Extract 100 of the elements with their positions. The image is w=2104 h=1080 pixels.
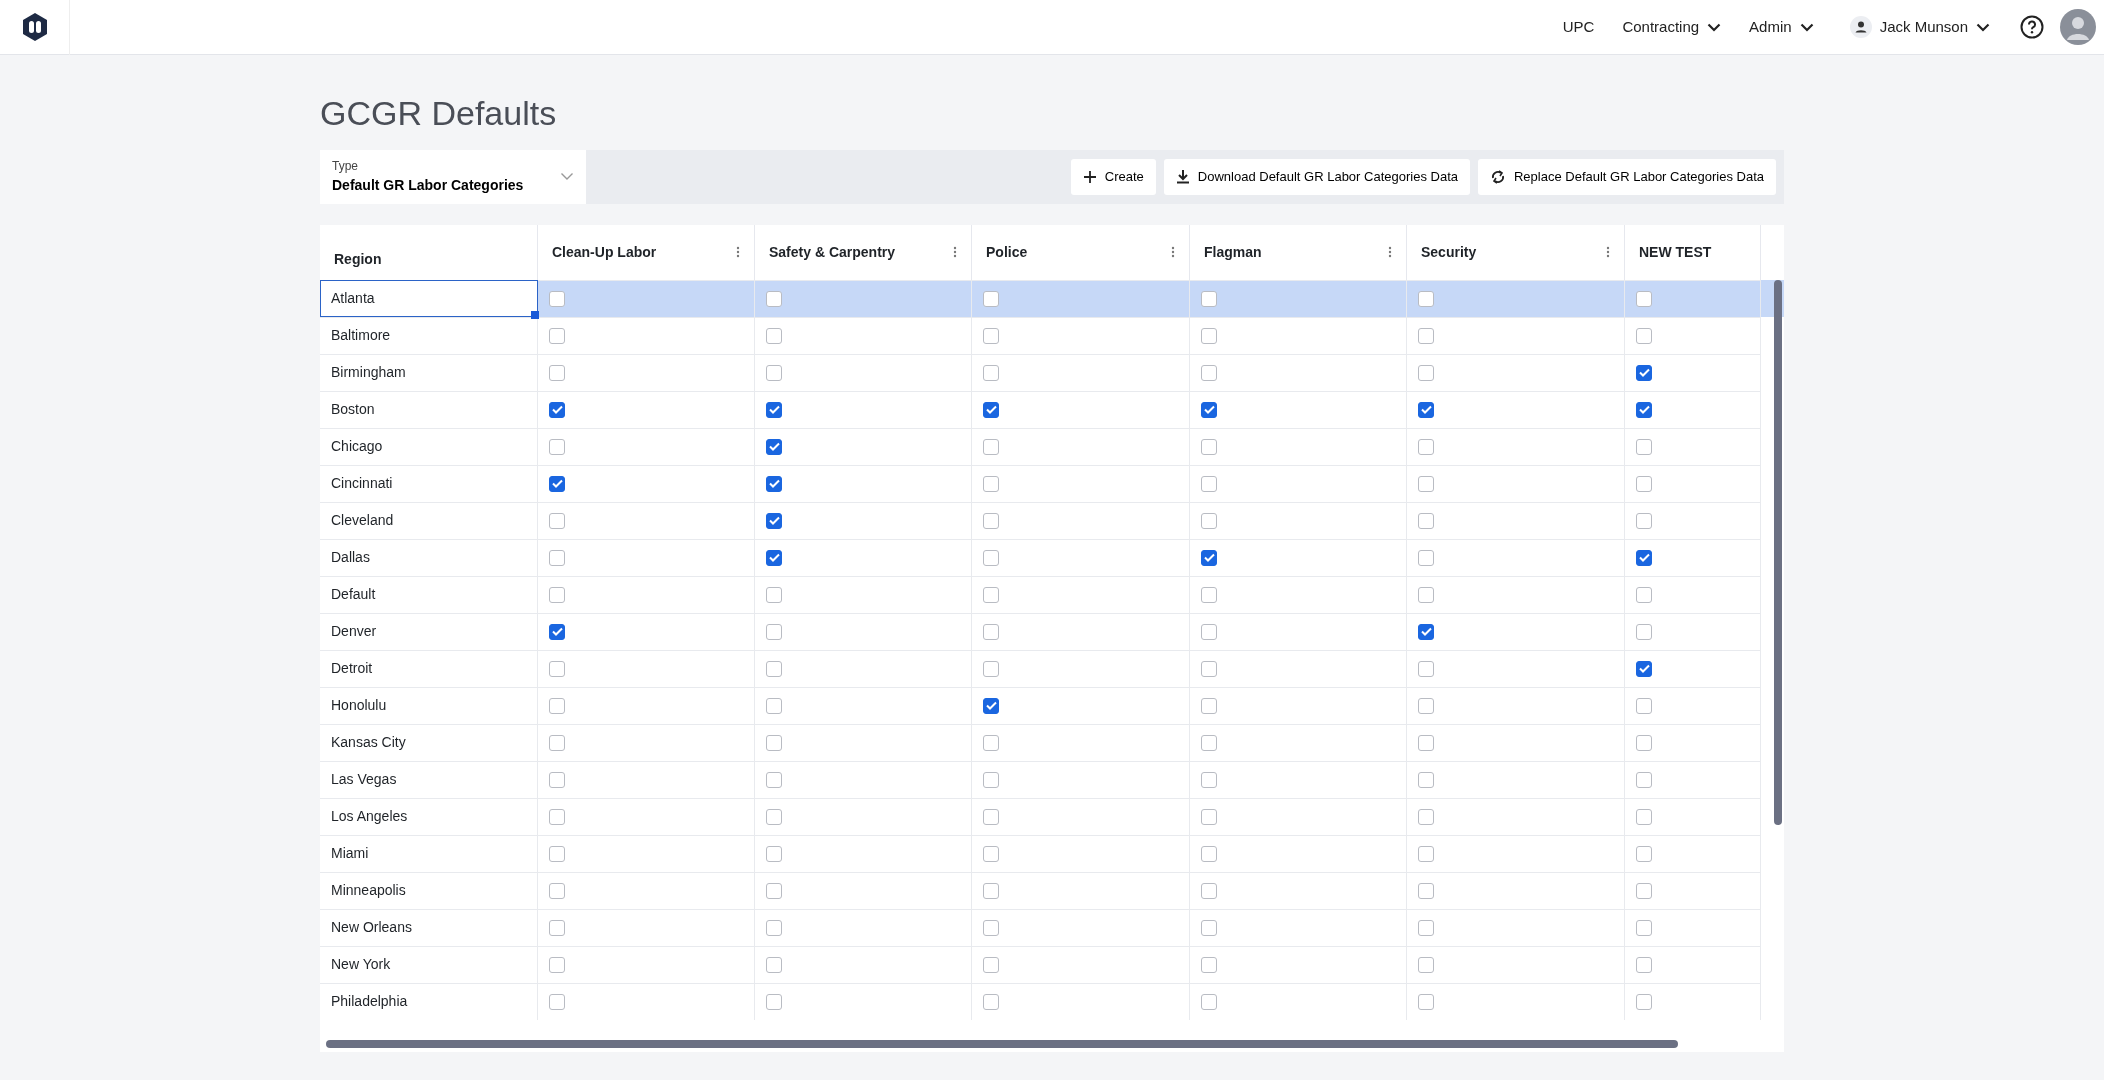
type-select[interactable]: Type Default GR Labor Categories <box>320 149 586 204</box>
checkbox[interactable] <box>1636 512 1652 529</box>
column-menu-icon[interactable] <box>953 246 957 259</box>
checkbox[interactable] <box>1418 771 1434 788</box>
logo-icon[interactable] <box>20 12 49 42</box>
nav-menu-item[interactable]: UPC <box>1548 15 1609 39</box>
checkbox[interactable] <box>1418 401 1434 418</box>
checkbox[interactable] <box>1418 697 1434 714</box>
checkbox[interactable] <box>766 475 782 492</box>
checkbox[interactable] <box>549 549 565 566</box>
download-button[interactable]: Download Default GR Labor Categories Data <box>1163 158 1470 195</box>
checkbox[interactable] <box>983 475 999 492</box>
checkbox[interactable] <box>983 956 999 973</box>
checkbox[interactable] <box>1418 290 1434 307</box>
create-button[interactable]: Create <box>1070 158 1156 195</box>
checkbox[interactable] <box>983 771 999 788</box>
checkbox[interactable] <box>1636 734 1652 751</box>
checkbox[interactable] <box>1418 808 1434 825</box>
table-cell[interactable]: Miami <box>320 834 538 872</box>
checkbox[interactable] <box>1201 364 1217 381</box>
checkbox[interactable] <box>1636 956 1652 973</box>
checkbox[interactable] <box>1201 290 1217 307</box>
checkbox[interactable] <box>983 549 999 566</box>
checkbox[interactable] <box>1636 475 1652 492</box>
checkbox[interactable] <box>766 512 782 529</box>
checkbox[interactable] <box>983 808 999 825</box>
checkbox[interactable] <box>549 660 565 677</box>
checkbox[interactable] <box>983 734 999 751</box>
checkbox[interactable] <box>549 956 565 973</box>
checkbox[interactable] <box>766 882 782 899</box>
checkbox[interactable] <box>1636 919 1652 936</box>
checkbox[interactable] <box>766 364 782 381</box>
checkbox[interactable] <box>1418 475 1434 492</box>
checkbox[interactable] <box>549 771 565 788</box>
checkbox[interactable] <box>766 734 782 751</box>
column-header[interactable]: Security <box>1407 224 1625 280</box>
checkbox[interactable] <box>766 993 782 1010</box>
checkbox[interactable] <box>983 623 999 640</box>
checkbox[interactable] <box>1418 327 1434 344</box>
table-cell[interactable]: New York <box>320 945 538 983</box>
checkbox[interactable] <box>549 623 565 640</box>
selected-cell[interactable]: Atlanta <box>320 279 538 317</box>
checkbox[interactable] <box>1636 401 1652 418</box>
checkbox[interactable] <box>549 697 565 714</box>
nav-menu-item[interactable]: Admin <box>1735 15 1828 39</box>
checkbox[interactable] <box>766 956 782 973</box>
checkbox[interactable] <box>1201 401 1217 418</box>
checkbox[interactable] <box>766 290 782 307</box>
checkbox[interactable] <box>549 438 565 455</box>
checkbox[interactable] <box>766 586 782 603</box>
checkbox[interactable] <box>1636 623 1652 640</box>
checkbox[interactable] <box>549 734 565 751</box>
table-cell[interactable]: Default <box>320 575 538 613</box>
checkbox[interactable] <box>1636 845 1652 862</box>
table-cell[interactable]: Philadelphia <box>320 982 538 1020</box>
checkbox[interactable] <box>983 290 999 307</box>
column-header[interactable]: NEW TEST <box>1625 224 1761 280</box>
checkbox[interactable] <box>1418 660 1434 677</box>
checkbox[interactable] <box>983 660 999 677</box>
help-icon[interactable] <box>2020 15 2044 39</box>
checkbox[interactable] <box>1201 845 1217 862</box>
column-menu-icon[interactable] <box>1171 246 1175 259</box>
checkbox[interactable] <box>983 882 999 899</box>
checkbox[interactable] <box>1418 882 1434 899</box>
checkbox[interactable] <box>1201 586 1217 603</box>
table-cell[interactable]: Detroit <box>320 649 538 687</box>
checkbox[interactable] <box>766 697 782 714</box>
table-cell[interactable]: Honolulu <box>320 686 538 724</box>
checkbox[interactable] <box>1418 549 1434 566</box>
checkbox[interactable] <box>1201 882 1217 899</box>
checkbox[interactable] <box>1636 882 1652 899</box>
checkbox[interactable] <box>1418 586 1434 603</box>
checkbox[interactable] <box>1201 993 1217 1010</box>
checkbox[interactable] <box>983 364 999 381</box>
checkbox[interactable] <box>1418 993 1434 1010</box>
checkbox[interactable] <box>983 438 999 455</box>
checkbox[interactable] <box>549 808 565 825</box>
checkbox[interactable] <box>1201 623 1217 640</box>
checkbox[interactable] <box>766 845 782 862</box>
table-cell[interactable]: Los Angeles <box>320 797 538 835</box>
checkbox[interactable] <box>1201 660 1217 677</box>
checkbox[interactable] <box>766 660 782 677</box>
table-cell[interactable]: Chicago <box>320 427 538 465</box>
checkbox[interactable] <box>1418 919 1434 936</box>
table-cell[interactable]: New Orleans <box>320 908 538 946</box>
checkbox[interactable] <box>1418 364 1434 381</box>
checkbox[interactable] <box>983 845 999 862</box>
checkbox[interactable] <box>549 882 565 899</box>
checkbox[interactable] <box>1201 956 1217 973</box>
vertical-scrollbar[interactable] <box>1774 279 1782 825</box>
checkbox[interactable] <box>549 290 565 307</box>
checkbox[interactable] <box>1201 919 1217 936</box>
checkbox[interactable] <box>549 993 565 1010</box>
checkbox[interactable] <box>549 586 565 603</box>
checkbox[interactable] <box>1636 290 1652 307</box>
checkbox[interactable] <box>549 512 565 529</box>
column-header[interactable]: Region <box>320 224 538 280</box>
checkbox[interactable] <box>1636 549 1652 566</box>
checkbox[interactable] <box>549 401 565 418</box>
column-header[interactable]: Police <box>972 224 1190 280</box>
